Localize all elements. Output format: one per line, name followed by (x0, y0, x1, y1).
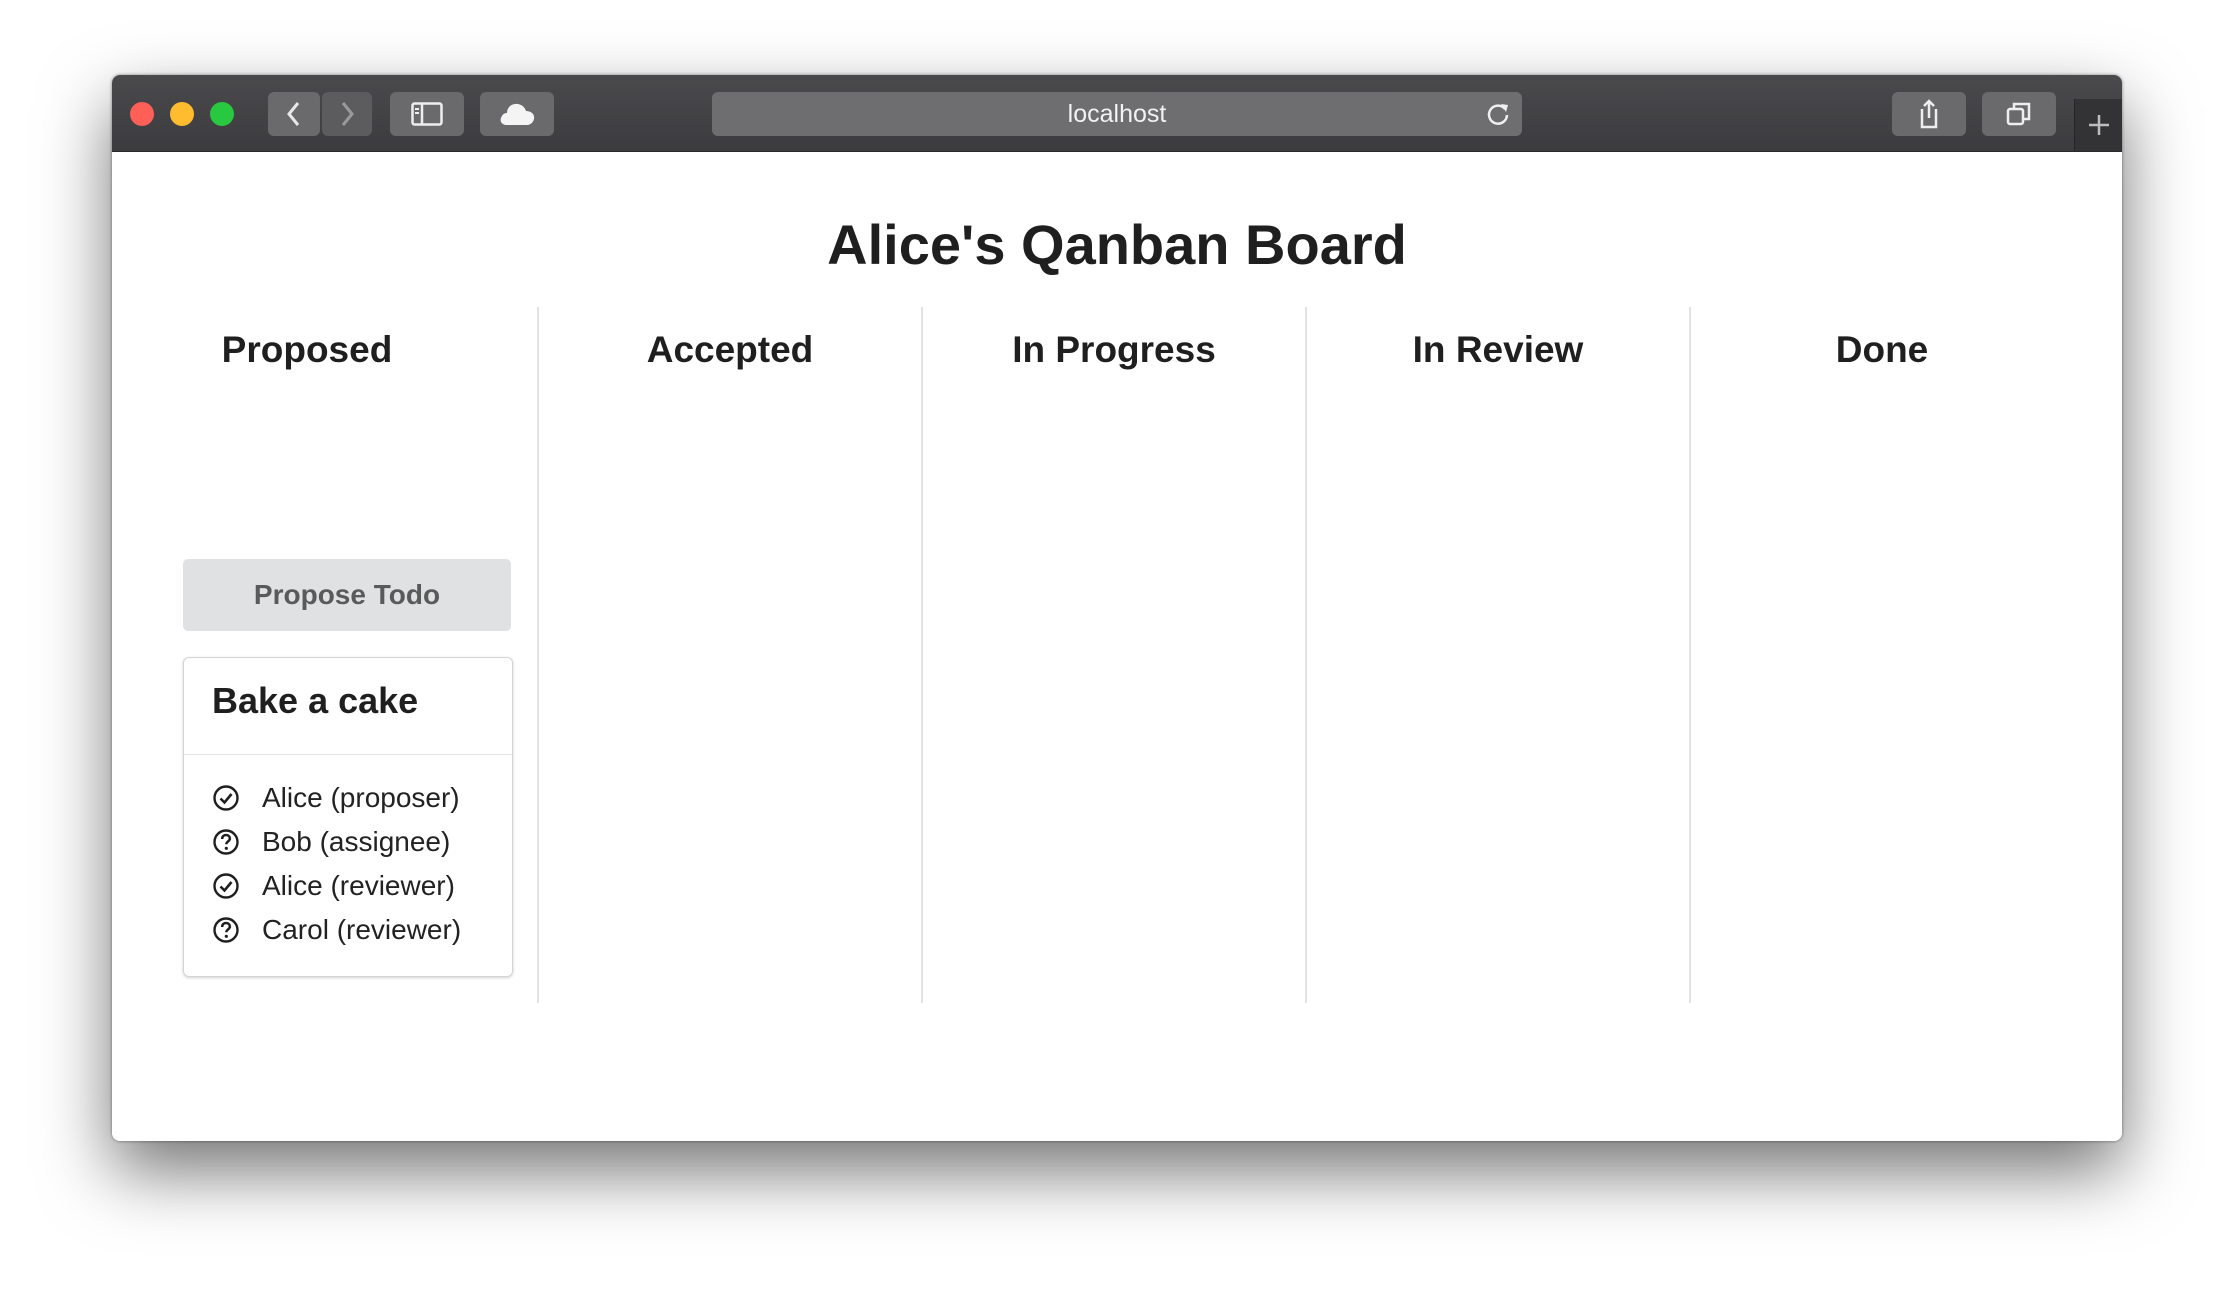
card-title: Bake a cake (212, 680, 419, 721)
column-done: Done (1689, 307, 2073, 1003)
participant-label: Alice (reviewer) (262, 870, 455, 901)
participant-label: Alice (proposer) (262, 782, 460, 813)
participant-item: Alice (proposer) (212, 776, 461, 820)
participant-item: Alice (reviewer) (212, 864, 461, 908)
sidebar-toggle-button[interactable] (390, 92, 464, 136)
url-text: localhost (1067, 99, 1167, 128)
page-title: Alice's Qanban Board (827, 213, 1407, 276)
plus-icon (2089, 115, 2109, 135)
question-circle-icon (212, 916, 240, 944)
back-button[interactable] (268, 92, 320, 136)
forward-button[interactable] (322, 92, 372, 136)
column-title: Done (1835, 329, 1929, 370)
new-tab-button[interactable] (2074, 99, 2122, 151)
column-title: In Progress (1012, 329, 1216, 370)
column-in-progress: In Progress (921, 307, 1305, 1003)
column-accepted: Accepted (537, 307, 921, 1003)
browser-toolbar: localhost (112, 75, 2122, 152)
cloud-icon (500, 103, 535, 125)
page-content: Alice's Qanban Board Proposed Propose To… (112, 152, 2122, 1141)
minimize-window-button[interactable] (170, 102, 194, 126)
reload-icon[interactable] (1484, 100, 1512, 128)
participant-item: Bob (assignee) (212, 820, 461, 864)
column-in-review: In Review (1305, 307, 1689, 1003)
column-proposed: Proposed Propose Todo Bake a cake Alice … (112, 307, 513, 1003)
icloud-tabs-button[interactable] (480, 92, 554, 136)
participant-label: Bob (assignee) (262, 826, 451, 857)
todo-card[interactable]: Bake a cake Alice (proposer) Bob (assign… (183, 657, 513, 977)
zoom-window-button[interactable] (210, 102, 234, 126)
chevron-right-icon (341, 102, 354, 126)
participant-item: Carol (reviewer) (212, 908, 461, 952)
share-icon (1920, 99, 1938, 129)
check-circle-icon (212, 784, 240, 812)
address-bar[interactable]: localhost (712, 92, 1522, 136)
propose-todo-button[interactable]: Propose Todo (183, 559, 511, 631)
question-circle-icon (212, 828, 240, 856)
tabs-overview-icon (2006, 102, 2031, 126)
show-tabs-button[interactable] (1982, 92, 2056, 136)
participant-label: Carol (reviewer) (262, 914, 462, 945)
participant-list: Alice (proposer) Bob (assignee) Alice (r… (212, 776, 461, 952)
sidebar-icon (411, 102, 443, 126)
column-title: Proposed (221, 329, 393, 370)
close-window-button[interactable] (130, 102, 154, 126)
column-title: Accepted (646, 329, 814, 370)
chevron-left-icon (287, 102, 300, 126)
card-header: Bake a cake (184, 658, 512, 755)
share-button[interactable] (1892, 92, 1966, 136)
check-circle-icon (212, 872, 240, 900)
column-title: In Review (1412, 329, 1584, 370)
browser-window: localhost Alice's Qanban Board Proposed … (112, 75, 2122, 1141)
